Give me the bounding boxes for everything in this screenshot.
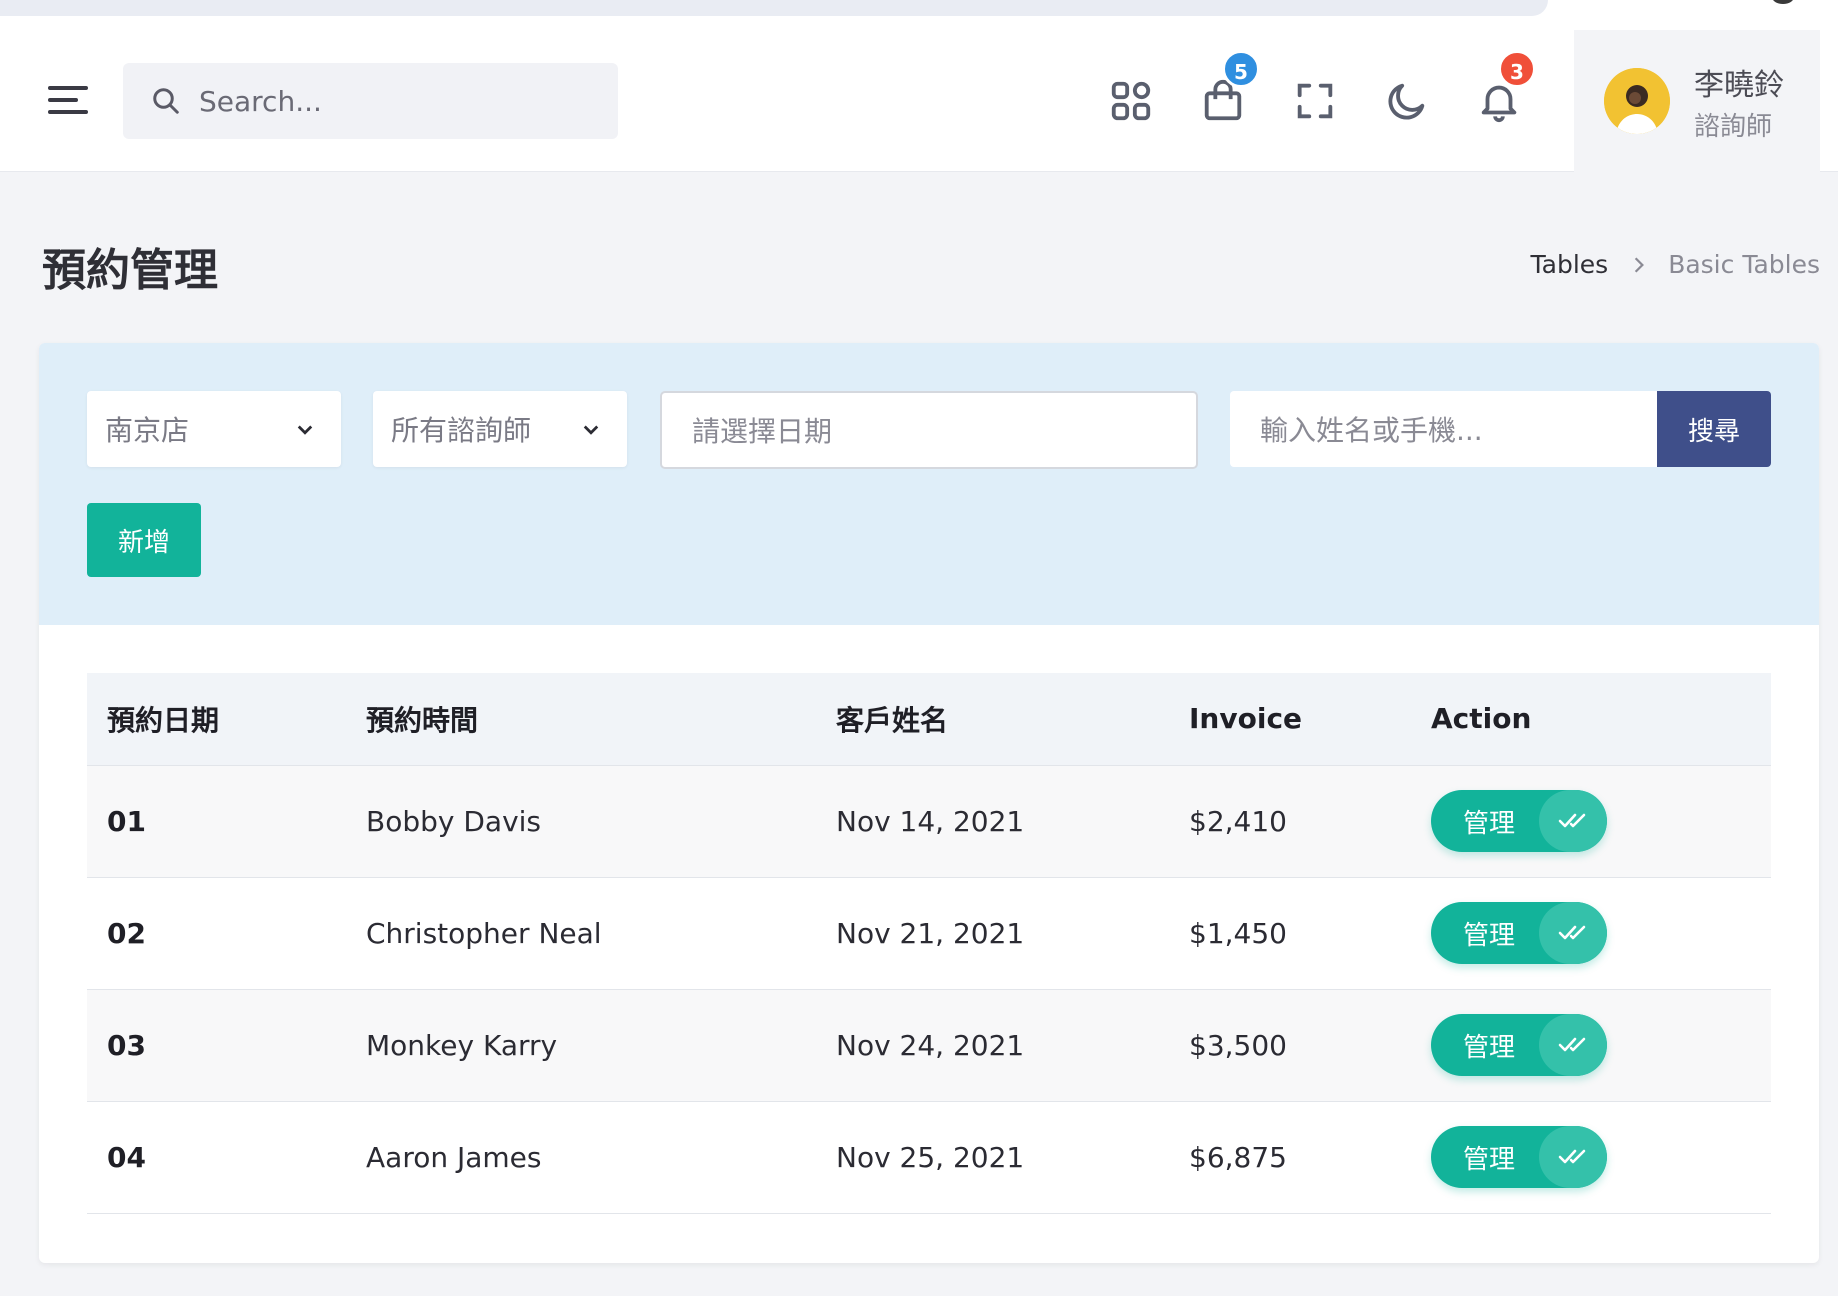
cell-id: 02 [107, 916, 146, 950]
add-button[interactable]: 新增 [87, 503, 201, 577]
breadcrumb-item-tables[interactable]: Tables [1531, 250, 1609, 279]
appointments-card: 南京店 所有諮詢師 請選擇日期 輸入姓名或手機... 搜尋 新增 預約日期 預約… [39, 343, 1819, 1263]
notification-button[interactable]: 3 [1476, 50, 1536, 124]
page-title: 預約管理 [42, 245, 218, 296]
browser-tab-bar [0, 0, 1548, 16]
store-select-value: 南京店 [105, 414, 190, 447]
double-check-icon [1539, 1126, 1607, 1188]
double-check-icon [1539, 902, 1607, 964]
cell-name: Monkey Karry [366, 1028, 558, 1062]
filter-panel: 南京店 所有諮詢師 請選擇日期 輸入姓名或手機... 搜尋 新增 [39, 343, 1819, 625]
consultant-select[interactable]: 所有諮詢師 [373, 391, 627, 467]
search-icon [153, 88, 179, 114]
search-button[interactable]: 搜尋 [1657, 391, 1771, 467]
table-row: 03 Monkey Karry Nov 24, 2021 $3,500 管理 [87, 989, 1771, 1101]
browser-top-strip [0, 0, 1838, 30]
cell-id: 01 [107, 804, 146, 838]
date-picker-input[interactable]: 請選擇日期 [660, 391, 1198, 469]
cell-invoice: $3,500 [1189, 1028, 1287, 1062]
cart-button[interactable]: 5 [1200, 50, 1260, 124]
cell-id: 03 [107, 1028, 146, 1062]
breadcrumb: Tables Basic Tables [1531, 250, 1821, 279]
cell-date: Nov 21, 2021 [836, 916, 1025, 950]
date-picker-placeholder: 請選擇日期 [692, 415, 833, 448]
cart-count-badge: 5 [1222, 50, 1260, 88]
cell-name: Aaron James [366, 1140, 542, 1174]
manage-button[interactable]: 管理 [1431, 1126, 1607, 1188]
cell-date: Nov 24, 2021 [836, 1028, 1025, 1062]
store-select[interactable]: 南京店 [87, 391, 341, 467]
consultant-select-value: 所有諮詢師 [391, 414, 532, 447]
cell-invoice: $6,875 [1189, 1140, 1287, 1174]
manage-button-label: 管理 [1462, 1144, 1515, 1175]
apps-grid-icon[interactable] [1108, 78, 1154, 124]
name-phone-input[interactable]: 輸入姓名或手機... [1230, 391, 1658, 467]
top-header: 5 3 李曉鈴 諮詢師 [0, 30, 1838, 172]
table-row: 02 Christopher Neal Nov 21, 2021 $1,450 … [87, 877, 1771, 989]
cell-name: Christopher Neal [366, 916, 602, 950]
table-row: 01 Bobby Davis Nov 14, 2021 $2,410 管理 [87, 765, 1771, 877]
chevron-right-icon [1635, 256, 1645, 273]
appointments-table: 預約日期 預約時間 客戶姓名 Invoice Action 01 Bobby D… [87, 673, 1771, 1214]
cell-action: 管理 [1411, 1101, 1771, 1213]
cell-date: Nov 14, 2021 [836, 804, 1025, 838]
manage-button[interactable]: 管理 [1431, 790, 1607, 852]
manage-button-label: 管理 [1462, 808, 1515, 839]
cell-action: 管理 [1411, 765, 1771, 877]
cell-invoice: $1,450 [1189, 916, 1287, 950]
manage-button[interactable]: 管理 [1431, 902, 1607, 964]
table-header-row: 預約日期 預約時間 客戶姓名 Invoice Action [87, 673, 1771, 766]
header-search[interactable] [123, 63, 618, 139]
table-row: 04 Aaron James Nov 25, 2021 $6,875 管理 [87, 1101, 1771, 1213]
notification-count-badge: 3 [1498, 50, 1536, 88]
column-header: 客戶姓名 [816, 673, 1169, 766]
manage-button-label: 管理 [1462, 1032, 1515, 1063]
user-role: 諮詢師 [1694, 112, 1773, 142]
cell-action: 管理 [1411, 877, 1771, 989]
browser-profile-icon[interactable] [1772, 0, 1794, 4]
chevron-down-icon [297, 425, 313, 435]
double-check-icon [1539, 1014, 1607, 1076]
cell-id: 04 [107, 1140, 146, 1174]
user-profile[interactable]: 李曉鈴 諮詢師 [1574, 30, 1820, 172]
avatar [1604, 68, 1670, 134]
manage-button-label: 管理 [1462, 920, 1515, 951]
column-header: 預約日期 [87, 673, 346, 766]
fullscreen-icon[interactable] [1292, 78, 1338, 124]
chevron-down-icon [583, 425, 599, 435]
hamburger-menu-icon[interactable] [48, 84, 90, 116]
manage-button[interactable]: 管理 [1431, 1014, 1607, 1076]
column-header: Action [1411, 673, 1771, 766]
cell-name: Bobby Davis [366, 804, 542, 838]
cell-action: 管理 [1411, 989, 1771, 1101]
name-phone-placeholder: 輸入姓名或手機... [1260, 414, 1483, 447]
double-check-icon [1539, 790, 1607, 852]
breadcrumb-item-basic-tables: Basic Tables [1668, 250, 1820, 279]
cell-date: Nov 25, 2021 [836, 1140, 1025, 1174]
column-header: 預約時間 [346, 673, 816, 766]
cell-invoice: $2,410 [1189, 804, 1287, 838]
dark-mode-moon-icon[interactable] [1384, 78, 1430, 124]
column-header: Invoice [1169, 673, 1411, 766]
user-name: 李曉鈴 [1694, 68, 1784, 103]
search-input[interactable] [199, 84, 599, 118]
